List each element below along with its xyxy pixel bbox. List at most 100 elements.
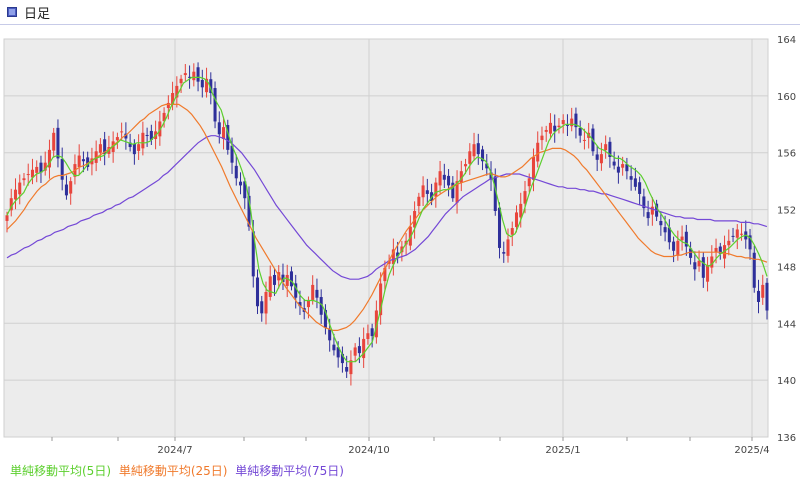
y-tick-label: 152 (777, 206, 796, 217)
candle-body (192, 71, 196, 81)
candle-body (260, 301, 264, 314)
y-tick-label: 156 (777, 149, 796, 160)
candle-body (633, 178, 637, 187)
candlestick-chart: 136 140 144 148 152 156 160 164 2024/7 2024/10 202… (3, 35, 796, 456)
candle-body (472, 144, 476, 157)
candle-body (196, 67, 200, 82)
candle-body (765, 282, 769, 311)
candle-body (659, 220, 663, 226)
candle-body (438, 171, 442, 186)
candle-body (761, 284, 765, 298)
candle-body (540, 135, 544, 141)
candle-body (676, 240, 680, 256)
candle-body (137, 144, 141, 151)
candle-body (714, 247, 718, 252)
candle-body (548, 122, 552, 134)
candle-body (64, 184, 68, 196)
candle-body (599, 154, 603, 164)
candle-body (710, 256, 714, 268)
x-tick-label: 2025/4 (734, 445, 769, 456)
candle-body (604, 144, 608, 151)
candle-body (506, 239, 510, 256)
candle-body (447, 175, 451, 186)
candle-body (672, 241, 676, 251)
y-tick-label: 148 (777, 262, 796, 273)
candle-body (238, 181, 243, 186)
x-tick-label: 2024/10 (348, 445, 390, 456)
y-tick-label: 140 (777, 376, 796, 387)
candle-body (349, 360, 353, 375)
candle-body (115, 137, 119, 141)
candle-body (255, 277, 260, 307)
candle-body (735, 229, 739, 238)
candle-body (557, 125, 561, 127)
candle-body (26, 174, 30, 176)
candle-body (417, 196, 421, 207)
candle-body (213, 88, 217, 122)
candle-body (442, 174, 446, 180)
candle-body (565, 124, 569, 126)
candle-body (510, 228, 514, 235)
candle-body (77, 155, 81, 167)
candle-body (629, 176, 633, 180)
candle-body (311, 284, 315, 300)
candle-body (217, 122, 221, 135)
candle-body (425, 190, 429, 194)
candle-body (98, 144, 102, 153)
candle-body (561, 120, 565, 124)
candle-body (200, 79, 204, 88)
candle-body (328, 329, 332, 341)
candle-body (366, 333, 370, 339)
candle-body (60, 158, 64, 180)
candle-body (570, 118, 574, 127)
candle-body (464, 164, 468, 167)
candle-body (701, 257, 705, 278)
y-tick-label: 164 (777, 35, 796, 46)
candle-body (272, 274, 277, 285)
candle-body (646, 212, 650, 219)
candle-body (468, 151, 472, 164)
candle-body (544, 129, 548, 132)
y-tick-label: 136 (777, 433, 796, 444)
candle-body (183, 73, 187, 76)
candle-body (22, 178, 26, 181)
candle-body (531, 156, 536, 180)
candle-body (315, 289, 319, 298)
y-tick-label: 160 (777, 92, 796, 103)
candle-body (289, 271, 293, 287)
candle-body (638, 182, 642, 194)
candle-body (132, 143, 136, 155)
candle-body (740, 233, 744, 235)
candle-body (752, 252, 756, 288)
candle-body (693, 262, 697, 270)
candle-body (18, 182, 22, 195)
candle-body (145, 134, 149, 136)
candle-body (612, 161, 616, 166)
candle-body (370, 328, 374, 337)
candle-body (5, 215, 9, 221)
chart-legend: 単純移動平均(5日) 単純移動平均(25日) 単純移動平均(75日) (10, 462, 348, 479)
candle-body (141, 132, 145, 149)
candle-body (595, 154, 599, 160)
candle-body (502, 252, 506, 254)
y-tick-label: 144 (777, 319, 796, 330)
candle-body (756, 290, 761, 302)
candle-body (332, 344, 336, 351)
plot-area (3, 38, 769, 438)
candle-body (179, 78, 183, 84)
legend-ma25: 単純移動平均(25日) (118, 464, 228, 478)
candle-body (345, 367, 349, 372)
candle-body (69, 181, 73, 194)
candle-body (497, 207, 502, 248)
candle-body (234, 165, 238, 179)
candle-body (527, 178, 531, 187)
candle-body (663, 227, 667, 233)
candle-body (222, 127, 226, 139)
x-tick-label: 2024/7 (157, 445, 192, 456)
candle-body (582, 139, 586, 141)
candle-body (285, 274, 289, 286)
candle-body (514, 212, 519, 228)
candle-body (616, 166, 620, 173)
candle-body (353, 347, 357, 356)
candle-body (81, 159, 85, 162)
